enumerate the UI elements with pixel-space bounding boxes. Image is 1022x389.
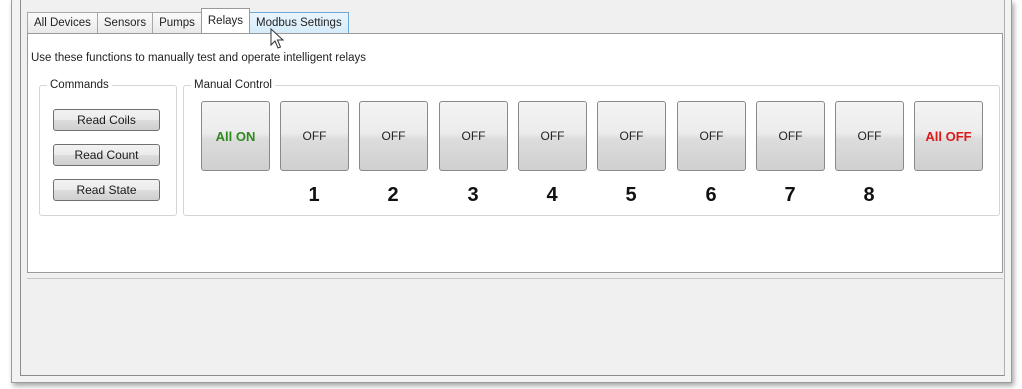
all-on-button[interactable]: All ON xyxy=(201,101,270,171)
manual-control-legend: Manual Control xyxy=(194,79,272,91)
tab-relays[interactable]: Relays xyxy=(200,8,251,33)
relay-7-number: 7 xyxy=(784,184,796,206)
relay-4-number: 4 xyxy=(546,184,558,206)
tab-pumps[interactable]: Pumps xyxy=(152,12,202,33)
tab-sensors[interactable]: Sensors xyxy=(96,12,154,33)
relay-5-button[interactable]: OFF xyxy=(597,101,666,171)
relay-5-number: 5 xyxy=(625,184,637,206)
relays-description: Use these functions to manually test and… xyxy=(31,52,366,64)
relay-2-number: 2 xyxy=(387,184,399,206)
relay-6-button[interactable]: OFF xyxy=(677,101,746,171)
relay-3-number: 3 xyxy=(467,184,479,206)
tab-modbus-settings[interactable]: Modbus Settings xyxy=(249,12,349,33)
relay-6-number: 6 xyxy=(705,184,717,206)
relay-8-button[interactable]: OFF xyxy=(835,101,904,171)
relay-4-button[interactable]: OFF xyxy=(518,101,587,171)
relay-2-button[interactable]: OFF xyxy=(359,101,428,171)
read-coils-button[interactable]: Read Coils xyxy=(53,109,160,131)
arrow-cursor-icon xyxy=(270,28,285,49)
relay-1-number: 1 xyxy=(308,184,320,206)
read-state-button[interactable]: Read State xyxy=(53,179,160,201)
relay-3-button[interactable]: OFF xyxy=(439,101,508,171)
all-off-button[interactable]: All OFF xyxy=(914,101,983,171)
relay-8-number: 8 xyxy=(863,184,875,206)
relay-1-button[interactable]: OFF xyxy=(280,101,349,171)
read-count-button[interactable]: Read Count xyxy=(53,144,160,166)
relay-7-button[interactable]: OFF xyxy=(756,101,825,171)
status-area xyxy=(27,278,1003,370)
tab-all-devices[interactable]: All Devices xyxy=(27,12,98,33)
commands-legend: Commands xyxy=(50,79,109,91)
tab-strip: All Devices Sensors Pumps Relays Modbus … xyxy=(27,8,349,33)
